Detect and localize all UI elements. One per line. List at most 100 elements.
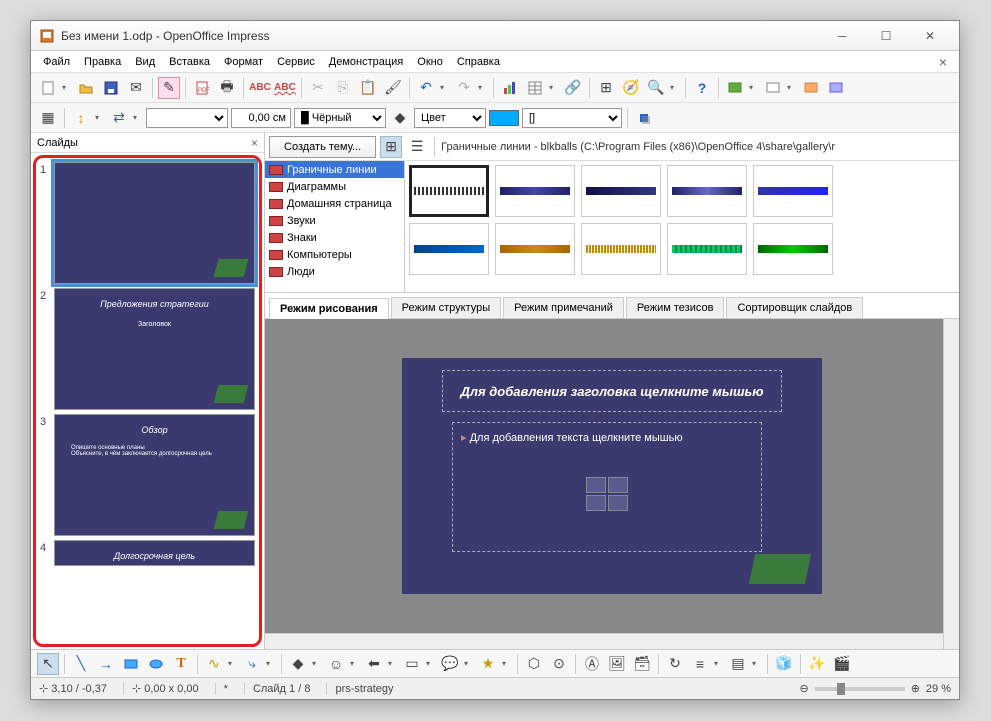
rectangle-tool[interactable] <box>120 653 142 675</box>
gallery-thumb[interactable] <box>667 223 747 275</box>
fill-color-swatch[interactable] <box>489 110 519 126</box>
line-style-select[interactable] <box>146 108 228 128</box>
close-button[interactable]: ✕ <box>909 25 951 47</box>
gallery-list-view[interactable]: ☰ <box>406 136 428 158</box>
gallery-thumb[interactable] <box>667 165 747 217</box>
redo-button[interactable]: ↷ <box>453 77 475 99</box>
slide-item[interactable]: 2 Предложения стратегии Заголовок <box>40 288 255 410</box>
email-button[interactable]: ✉ <box>125 77 147 99</box>
line-tool[interactable]: ╲ <box>70 653 92 675</box>
table-button[interactable] <box>524 77 546 99</box>
slide-thumbnail[interactable]: Долгосрочная цель <box>54 540 255 566</box>
line-props-button[interactable]: ▦ <box>37 107 59 129</box>
zoom-value[interactable]: 29 % <box>926 683 951 695</box>
horizontal-scrollbar[interactable] <box>265 633 943 649</box>
new-button[interactable] <box>37 77 59 99</box>
tab-outline[interactable]: Режим структуры <box>391 297 502 318</box>
basic-shapes-tool[interactable]: ◆ <box>287 653 309 675</box>
presentation-dropdown[interactable]: ▾ <box>749 83 759 92</box>
tab-handout[interactable]: Режим тезисов <box>626 297 725 318</box>
copy-button[interactable]: ⎘ <box>332 77 354 99</box>
menu-insert[interactable]: Вставка <box>163 54 216 70</box>
menu-edit[interactable]: Правка <box>78 54 127 70</box>
align-tool[interactable]: ≡ <box>689 653 711 675</box>
connector-tool[interactable]: ⤷ <box>241 653 263 675</box>
spellcheck-button[interactable]: ABC <box>249 77 271 99</box>
minimize-button[interactable]: ─ <box>821 25 863 47</box>
tab-drawing[interactable]: Режим рисования <box>269 298 389 319</box>
content-type-icons[interactable] <box>586 477 628 511</box>
title-placeholder[interactable]: Для добавления заголовка щелкните мышью <box>442 370 782 412</box>
menu-format[interactable]: Формат <box>218 54 269 70</box>
text-tool[interactable]: T <box>170 653 192 675</box>
category-item[interactable]: Люди <box>265 263 404 280</box>
edit-button[interactable]: ✎ <box>158 77 180 99</box>
print-button[interactable]: 🖶 <box>216 77 238 99</box>
gallery-thumb[interactable] <box>495 165 575 217</box>
autospell-button[interactable]: ABC <box>274 77 296 99</box>
slides-panel-close[interactable]: × <box>251 136 258 150</box>
flowchart-tool[interactable]: ▭ <box>401 653 423 675</box>
table-dropdown[interactable]: ▾ <box>549 83 559 92</box>
block-arrows-tool[interactable]: ⬅ <box>363 653 385 675</box>
open-button[interactable] <box>75 77 97 99</box>
navigator-button[interactable]: 🧭 <box>620 77 642 99</box>
redo-dropdown[interactable]: ▾ <box>478 83 488 92</box>
gallery-tool[interactable]: 🗃 <box>631 653 653 675</box>
gallery-thumb[interactable] <box>753 165 833 217</box>
menu-help[interactable]: Справка <box>451 54 506 70</box>
category-item[interactable]: Звуки <box>265 212 404 229</box>
fontwork-tool[interactable]: Ⓐ <box>581 653 603 675</box>
pdf-button[interactable]: PDF <box>191 77 213 99</box>
menu-slideshow[interactable]: Демонстрация <box>323 54 410 70</box>
curve-tool[interactable]: ∿ <box>203 653 225 675</box>
zoom-slider[interactable] <box>815 687 905 691</box>
animation-tool[interactable]: 🎬 <box>831 653 853 675</box>
line-color-select[interactable]: █ Чёрный <box>294 108 386 128</box>
undo-button[interactable]: ↶ <box>415 77 437 99</box>
line-end-dropdown[interactable]: ▾ <box>133 113 143 122</box>
presentation-button[interactable] <box>724 77 746 99</box>
extrusion-tool[interactable]: 🧊 <box>773 653 795 675</box>
close-doc-button[interactable]: × <box>933 54 953 70</box>
gallery-thumb[interactable] <box>753 223 833 275</box>
zoom-out-button[interactable]: ⊖ <box>799 682 808 695</box>
glue-tool[interactable]: ⊙ <box>548 653 570 675</box>
fill-type-select[interactable]: Цвет <box>414 108 486 128</box>
from-file-tool[interactable]: 🖼 <box>606 653 628 675</box>
slide-item[interactable]: 4 Долгосрочная цель <box>40 540 255 566</box>
content-placeholder[interactable]: ▸ Для добавления текста щелкните мышью <box>452 422 762 552</box>
rotate-tool[interactable]: ↻ <box>664 653 686 675</box>
area-button[interactable]: ◆ <box>389 107 411 129</box>
new-theme-button[interactable]: Создать тему... <box>269 136 376 158</box>
vertical-scrollbar[interactable] <box>943 319 959 649</box>
slide-canvas[interactable]: Для добавления заголовка щелкните мышью … <box>402 358 822 594</box>
slide-design-button[interactable] <box>800 77 822 99</box>
slide-thumbnail[interactable] <box>54 162 255 284</box>
new-dropdown[interactable]: ▾ <box>62 83 72 92</box>
maximize-button[interactable]: ☐ <box>865 25 907 47</box>
slide-canvas-area[interactable]: Для добавления заголовка щелкните мышью … <box>265 319 959 649</box>
tab-notes[interactable]: Режим примечаний <box>503 297 624 318</box>
zoom-in-button[interactable]: ⊕ <box>911 682 920 695</box>
slide-thumbnail[interactable]: Обзор Опишите основные планы Объясните, … <box>54 414 255 536</box>
menu-view[interactable]: Вид <box>129 54 161 70</box>
category-item[interactable]: Знаки <box>265 229 404 246</box>
fill-color-select[interactable]: [] <box>522 108 622 128</box>
slide-item[interactable]: 3 Обзор Опишите основные планы Объясните… <box>40 414 255 536</box>
zoom-dropdown[interactable]: ▾ <box>670 83 680 92</box>
undo-dropdown[interactable]: ▾ <box>440 83 450 92</box>
menu-tools[interactable]: Сервис <box>271 54 321 70</box>
tab-sorter[interactable]: Сортировщик слайдов <box>726 297 863 318</box>
paste-button[interactable]: 📋 <box>357 77 379 99</box>
category-item[interactable]: Домашняя страница <box>265 195 404 212</box>
arrow-style-dropdown[interactable]: ▾ <box>95 113 105 122</box>
cut-button[interactable]: ✂ <box>307 77 329 99</box>
category-item[interactable]: Граничные линии <box>265 161 404 178</box>
slide-button[interactable] <box>762 77 784 99</box>
slide-dropdown[interactable]: ▾ <box>787 83 797 92</box>
line-width-input[interactable] <box>231 108 291 128</box>
chart-button[interactable] <box>499 77 521 99</box>
line-end-button[interactable]: ⇄ <box>108 107 130 129</box>
gallery-thumb[interactable] <box>581 165 661 217</box>
